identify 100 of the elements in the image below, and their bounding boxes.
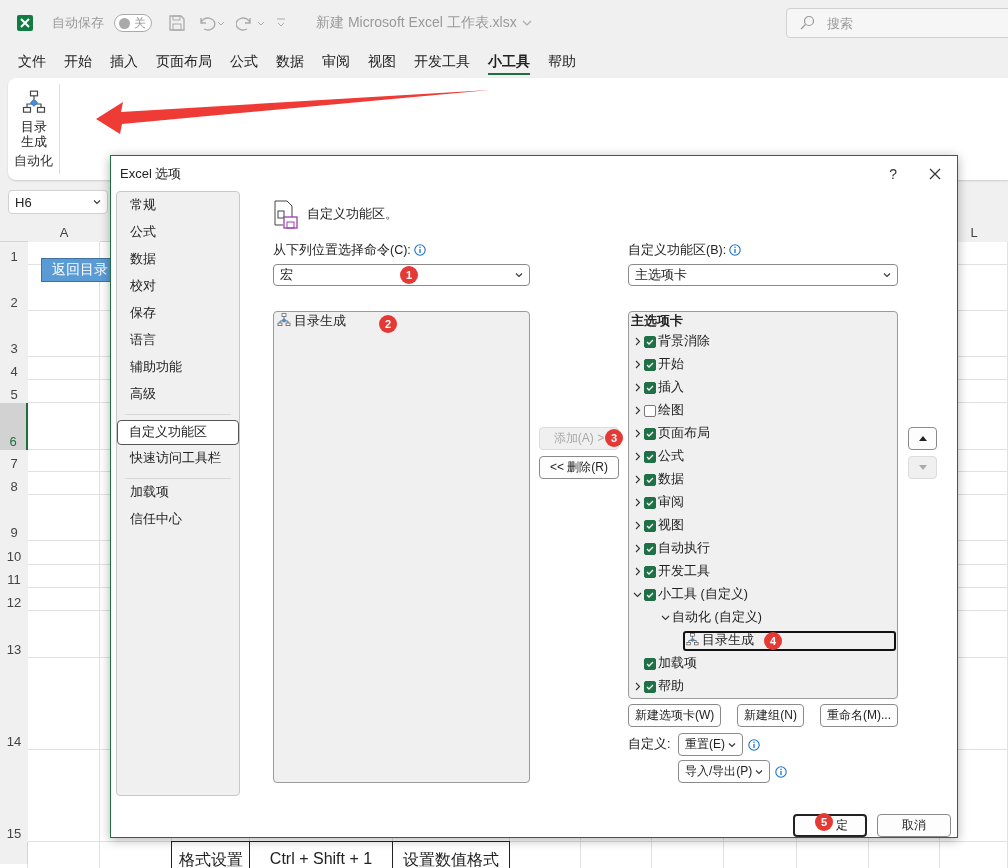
tree-item[interactable]: 自动执行 xyxy=(658,540,710,557)
spreadsheet-app-icon xyxy=(16,14,34,32)
checkbox[interactable] xyxy=(644,450,656,463)
checkbox[interactable] xyxy=(644,496,656,509)
checkbox[interactable] xyxy=(644,680,656,693)
chevron-right-icon[interactable] xyxy=(633,429,642,438)
ribbon-tab[interactable]: 小工具 xyxy=(488,49,530,75)
caret-icon xyxy=(883,272,891,278)
checkbox[interactable] xyxy=(644,335,656,348)
chevron-right-icon[interactable] xyxy=(633,452,642,461)
commands-dropdown[interactable]: 宏 1 xyxy=(273,264,530,286)
remove-button[interactable]: << 删除(R) xyxy=(539,456,619,479)
checkbox[interactable] xyxy=(644,358,656,371)
flowchart-icon xyxy=(685,633,700,648)
ribbon-tab[interactable]: 插入 xyxy=(110,49,138,75)
close-icon[interactable] xyxy=(929,167,941,180)
checkbox[interactable] xyxy=(644,519,656,532)
autosave-label: 自动保存 xyxy=(52,14,104,32)
checkbox[interactable] xyxy=(644,542,656,555)
checkbox[interactable] xyxy=(644,404,656,417)
chevron-right-icon[interactable] xyxy=(633,360,642,369)
ribbon-tab[interactable]: 公式 xyxy=(230,49,258,75)
name-box[interactable]: H6 xyxy=(8,190,108,214)
field-label: 自定义: xyxy=(628,737,671,751)
group-label: 自动化 xyxy=(14,153,53,170)
section-heading: 自定义功能区。 xyxy=(307,205,398,223)
tree-item[interactable]: 加载项 xyxy=(658,655,697,672)
ribbon-tab[interactable]: 页面布局 xyxy=(156,49,212,75)
tree-item[interactable]: 自动化 (自定义) xyxy=(672,609,762,626)
chevron-right-icon[interactable] xyxy=(633,682,642,691)
tree-item[interactable]: 小工具 (自定义) xyxy=(658,586,748,603)
nav-item[interactable]: 公式 xyxy=(118,219,238,246)
ribbon-button[interactable]: 目录生成 xyxy=(15,90,52,150)
table-cell: 设置数值格式 xyxy=(392,841,510,868)
chevron-right-icon[interactable] xyxy=(633,544,642,553)
caret-icon xyxy=(93,199,101,205)
menu-button[interactable]: 重置(E) xyxy=(678,733,743,756)
checkbox[interactable] xyxy=(644,473,656,486)
chevron-right-icon[interactable] xyxy=(633,406,642,415)
list-item[interactable]: 目录生成 xyxy=(274,312,346,330)
ribbon-tab[interactable]: 数据 xyxy=(276,49,304,75)
ribbon-tab[interactable]: 帮助 xyxy=(548,49,576,75)
menu-button[interactable]: 导入/导出(P) xyxy=(678,760,771,783)
chevron-right-icon[interactable] xyxy=(633,498,642,507)
chevron-right-icon[interactable] xyxy=(633,567,642,576)
nav-item[interactable]: 保存 xyxy=(118,300,238,327)
triangle-down-icon xyxy=(918,465,927,470)
nav-item[interactable]: 快速访问工具栏 xyxy=(118,445,238,472)
tree-item[interactable]: 开发工具 xyxy=(658,563,710,580)
tree-item[interactable]: 视图 xyxy=(658,517,684,534)
step-badge: 1 xyxy=(400,266,418,284)
help-button[interactable]: ? xyxy=(889,165,897,182)
step-badge: 4 xyxy=(764,631,782,650)
chevron-right-icon[interactable] xyxy=(633,337,642,346)
nav-item[interactable]: 自定义功能区 xyxy=(117,420,239,445)
move-up-button[interactable] xyxy=(908,427,937,450)
tree-item[interactable]: 目录生成 4 xyxy=(683,630,896,651)
search-box[interactable]: 搜索 xyxy=(786,8,1008,38)
tree-item[interactable]: 插入 xyxy=(658,379,684,396)
nav-item[interactable]: 语言 xyxy=(118,327,238,354)
tree-item[interactable]: 开始 xyxy=(658,356,684,373)
chevron-right-icon[interactable] xyxy=(633,383,642,392)
checkbox[interactable] xyxy=(644,381,656,394)
tree-item[interactable]: 公式 xyxy=(658,448,684,465)
nav-item[interactable]: 辅助功能 xyxy=(118,354,238,381)
caret-icon xyxy=(728,741,736,748)
nav-item[interactable]: 高级 xyxy=(118,381,238,408)
tree-action-button[interactable]: 新建组(N) xyxy=(737,704,804,727)
tree-item[interactable]: 审阅 xyxy=(658,494,684,511)
cancel-button[interactable]: 取消 xyxy=(877,814,951,837)
checkbox[interactable] xyxy=(644,427,656,440)
checkbox[interactable] xyxy=(644,588,656,601)
checkbox[interactable] xyxy=(644,565,656,578)
ribbon-tab[interactable]: 开发工具 xyxy=(414,49,470,75)
ribbon-tab[interactable]: 视图 xyxy=(368,49,396,75)
checkbox[interactable] xyxy=(644,657,656,670)
table-cell: 格式设置 xyxy=(171,841,250,868)
tree-action-button[interactable]: 新建选项卡(W) xyxy=(628,704,722,727)
ribbon-tab[interactable]: 审阅 xyxy=(322,49,350,75)
ok-button[interactable]: 5 定 xyxy=(793,814,867,837)
search-field[interactable]: 搜索 xyxy=(825,14,979,32)
tree-item[interactable]: 数据 xyxy=(658,471,684,488)
info-icon xyxy=(775,765,788,778)
row-header[interactable]: 6 xyxy=(0,403,28,450)
field-label: 自定义功能区(B): xyxy=(628,241,727,259)
nav-item[interactable]: 信任中心 xyxy=(118,506,238,533)
chevron-right-icon[interactable] xyxy=(633,521,642,530)
ribbon-tab[interactable]: 开始 xyxy=(64,49,92,75)
ribbon-tab[interactable]: 文件 xyxy=(18,49,46,75)
chevron-right-icon[interactable] xyxy=(633,475,642,484)
tree-item[interactable]: 页面布局 xyxy=(658,425,710,442)
chevron-down-icon[interactable] xyxy=(661,613,670,622)
tree-item[interactable]: 帮助 xyxy=(658,678,684,695)
nav-item[interactable]: 加载项 xyxy=(118,479,238,506)
ribbon-dropdown[interactable]: 主选项卡 xyxy=(628,264,898,286)
tree-item[interactable]: 绘图 xyxy=(658,402,684,419)
nav-item[interactable]: 常规 xyxy=(118,192,238,219)
tree-item[interactable]: 背景消除 xyxy=(658,333,710,350)
chevron-down-icon[interactable] xyxy=(633,590,642,599)
tree-action-button[interactable]: 重命名(M)... xyxy=(820,704,898,727)
